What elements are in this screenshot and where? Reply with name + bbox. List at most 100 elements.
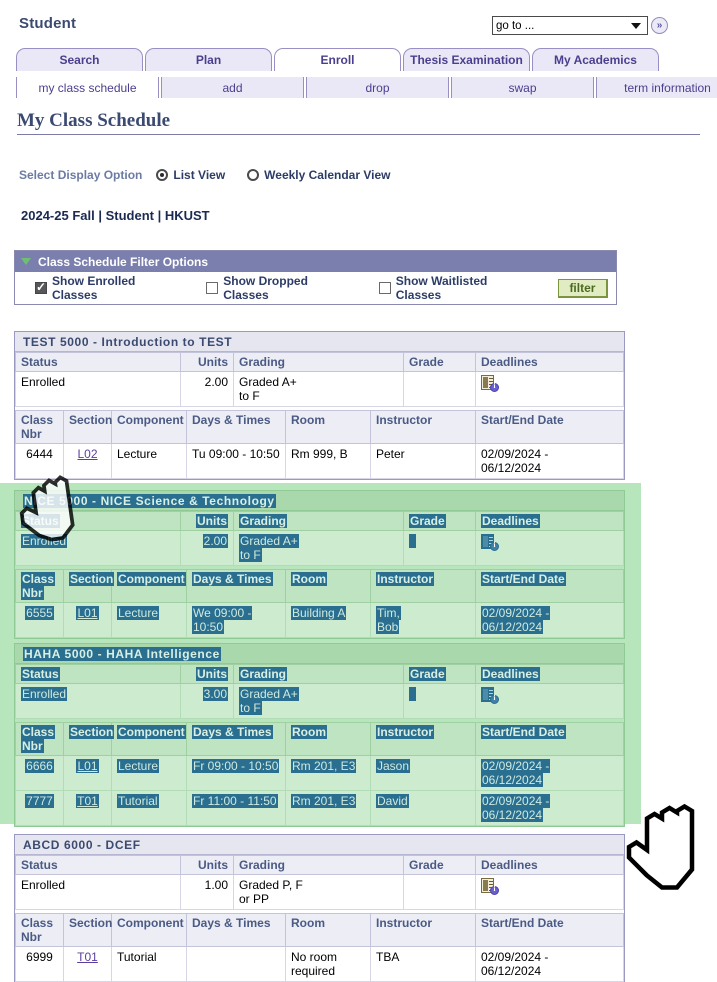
filter-button[interactable]: filter [557,278,608,298]
deadlines-calendar-icon[interactable] [481,687,499,704]
title-divider [17,134,700,135]
radio-weekly-calendar-view[interactable]: Weekly Calendar View [247,168,390,182]
tab-thesis-examination[interactable]: Thesis Examination [403,48,530,71]
detail-header-component: Component [111,569,187,603]
cell-instructor: Peter [370,443,476,479]
detail-header-section: Section [63,569,115,603]
class-block: HAHA 5000 - HAHA Intelligence Status Units… [14,643,625,827]
filter-panel-body: Show Enrolled Classes Show Dropped Class… [15,272,616,304]
status-value: Enrolled [15,530,181,566]
cell-class-nbr: 6999 [15,946,64,982]
cell-start-end-date: 02/09/2024 -06/12/2024 [475,602,624,638]
class-detail-table: Class Nbr Section Component Days & Times Room… [15,722,624,826]
radio-list-view[interactable]: List View [156,168,225,182]
radio-list-view-indicator[interactable] [156,169,169,181]
detail-header-room: Room [285,722,371,756]
deadlines-cell [475,683,624,719]
selected-classes-highlight-region: NICE 5000 - NICE Science & Technology Sta… [0,483,641,827]
summary-header-status: Status [15,664,181,684]
subtab-term-information[interactable]: term information [596,77,717,98]
section-link[interactable]: T01 [77,950,98,964]
cell-start-end-date: 02/09/2024 -06/12/2024 [475,946,624,982]
cell-component: Lecture [111,602,187,638]
class-block: TEST 5000 - Introduction to TEST Status Un… [14,331,625,480]
cell-start-end-date: 02/09/2024 -06/12/2024 [475,443,624,479]
checkbox-show-waitlisted-classes[interactable]: Show Waitlisted Classes [378,274,530,302]
class-block-title-text: NICE 5000 - NICE Science & Technology [23,493,276,508]
deadlines-cell [475,371,624,407]
deadlines-calendar-icon[interactable] [481,534,499,551]
summary-header-status: Status [15,855,181,875]
detail-header-class-nbr: Class Nbr [15,722,64,756]
grade-value [403,371,476,407]
section-link[interactable]: L01 [76,759,99,773]
detail-header-component: Component [111,722,187,756]
tab-plan[interactable]: Plan [145,48,272,71]
units-value: 3.00 [180,683,234,719]
grading-value: Graded A+ to F [233,371,404,407]
subtab-my-class-schedule[interactable]: my class schedule [16,77,159,98]
detail-header-days-times: Days & Times [186,569,286,603]
cell-start-end-date: 02/09/2024 -06/12/2024 [475,755,624,791]
summary-header-deadlines: Deadlines [475,855,624,875]
class-block: NICE 5000 - NICE Science & Technology Sta… [14,490,625,639]
detail-header-start-end-date: Start/End Date [475,569,624,603]
cell-section[interactable]: L01 [63,755,112,791]
table-row: 6555 L01 Lecture We 09:00 - 10:50 Building A… [15,602,624,638]
deadlines-cell [475,874,624,910]
tab-enroll[interactable]: Enroll [274,48,401,71]
cell-instructor: TBA [370,946,476,982]
cell-section[interactable]: T01 [63,790,112,826]
section-link[interactable]: L02 [77,447,97,461]
summary-header-status: Status [15,511,181,531]
goto-select[interactable]: go to ... [492,16,648,35]
units-value: 1.00 [180,874,234,910]
cell-section[interactable]: L01 [63,602,112,638]
filter-panel-header[interactable]: Class Schedule Filter Options [15,251,616,272]
my-class-schedule-page: Student go to ... » Search Plan Enroll Thes… [0,0,717,982]
tab-search[interactable]: Search [16,48,143,71]
checkbox-show-dropped-classes-label: Show Dropped Classes [223,274,308,302]
cell-days-times: Tu 09:00 - 10:50 [186,443,286,479]
display-option-label: Select Display Option [19,168,143,182]
detail-header-days-times: Days & Times [186,722,286,756]
goto-go-button[interactable]: » [651,17,668,34]
cell-days-times: We 09:00 - 10:50 [186,602,286,638]
deadlines-calendar-icon[interactable] [481,375,499,392]
radio-weekly-calendar-view-indicator[interactable] [247,169,260,181]
deadlines-cell [475,530,624,566]
detail-header-instructor: Instructor [370,569,476,603]
cell-section[interactable]: T01 [63,946,112,982]
section-link[interactable]: T01 [76,794,99,808]
checkbox-show-dropped-classes[interactable]: Show Dropped Classes [206,274,351,302]
cell-room: Rm 201, E3 [285,790,371,826]
summary-header-deadlines: Deadlines [475,511,624,531]
checkbox-show-enrolled-classes-box[interactable] [35,280,47,294]
tab-my-academics[interactable]: My Academics [532,48,659,71]
detail-header-days-times: Days & Times [186,410,286,444]
summary-header-units: Units [180,511,234,531]
cell-section[interactable]: L02 [63,443,112,479]
class-detail-table: Class Nbr Section Component Days & Times Room… [15,913,624,982]
class-block-title-text: ABCD 6000 - DCEF [23,837,141,852]
subtab-add[interactable]: add [161,77,304,98]
table-row: 6444 L02 Lecture Tu 09:00 - 10:50 Rm 999, BP… [15,443,624,479]
goto-control: go to ... » [492,16,668,35]
summary-header-grade: Grade [403,855,476,875]
radio-list-view-label: List View [173,168,226,182]
checkbox-show-waitlisted-classes-box[interactable] [378,282,391,294]
deadlines-calendar-icon[interactable] [481,878,499,895]
cell-component: Tutorial [111,946,187,982]
subtab-drop[interactable]: drop [306,77,449,98]
checkbox-show-dropped-classes-box[interactable] [206,282,219,294]
units-value: 2.00 [180,371,234,407]
detail-header-section: Section [63,722,115,756]
section-link[interactable]: L01 [76,606,99,620]
subtab-swap[interactable]: swap [451,77,594,98]
detail-header-room: Room [285,410,371,444]
triangle-down-icon[interactable] [21,258,31,265]
checkbox-show-enrolled-classes[interactable]: Show Enrolled Classes [35,274,178,302]
summary-header-status: Status [15,352,181,372]
class-detail-table: Class Nbr Section Component Days & Times Room… [15,569,624,638]
cell-component: Lecture [111,443,187,479]
